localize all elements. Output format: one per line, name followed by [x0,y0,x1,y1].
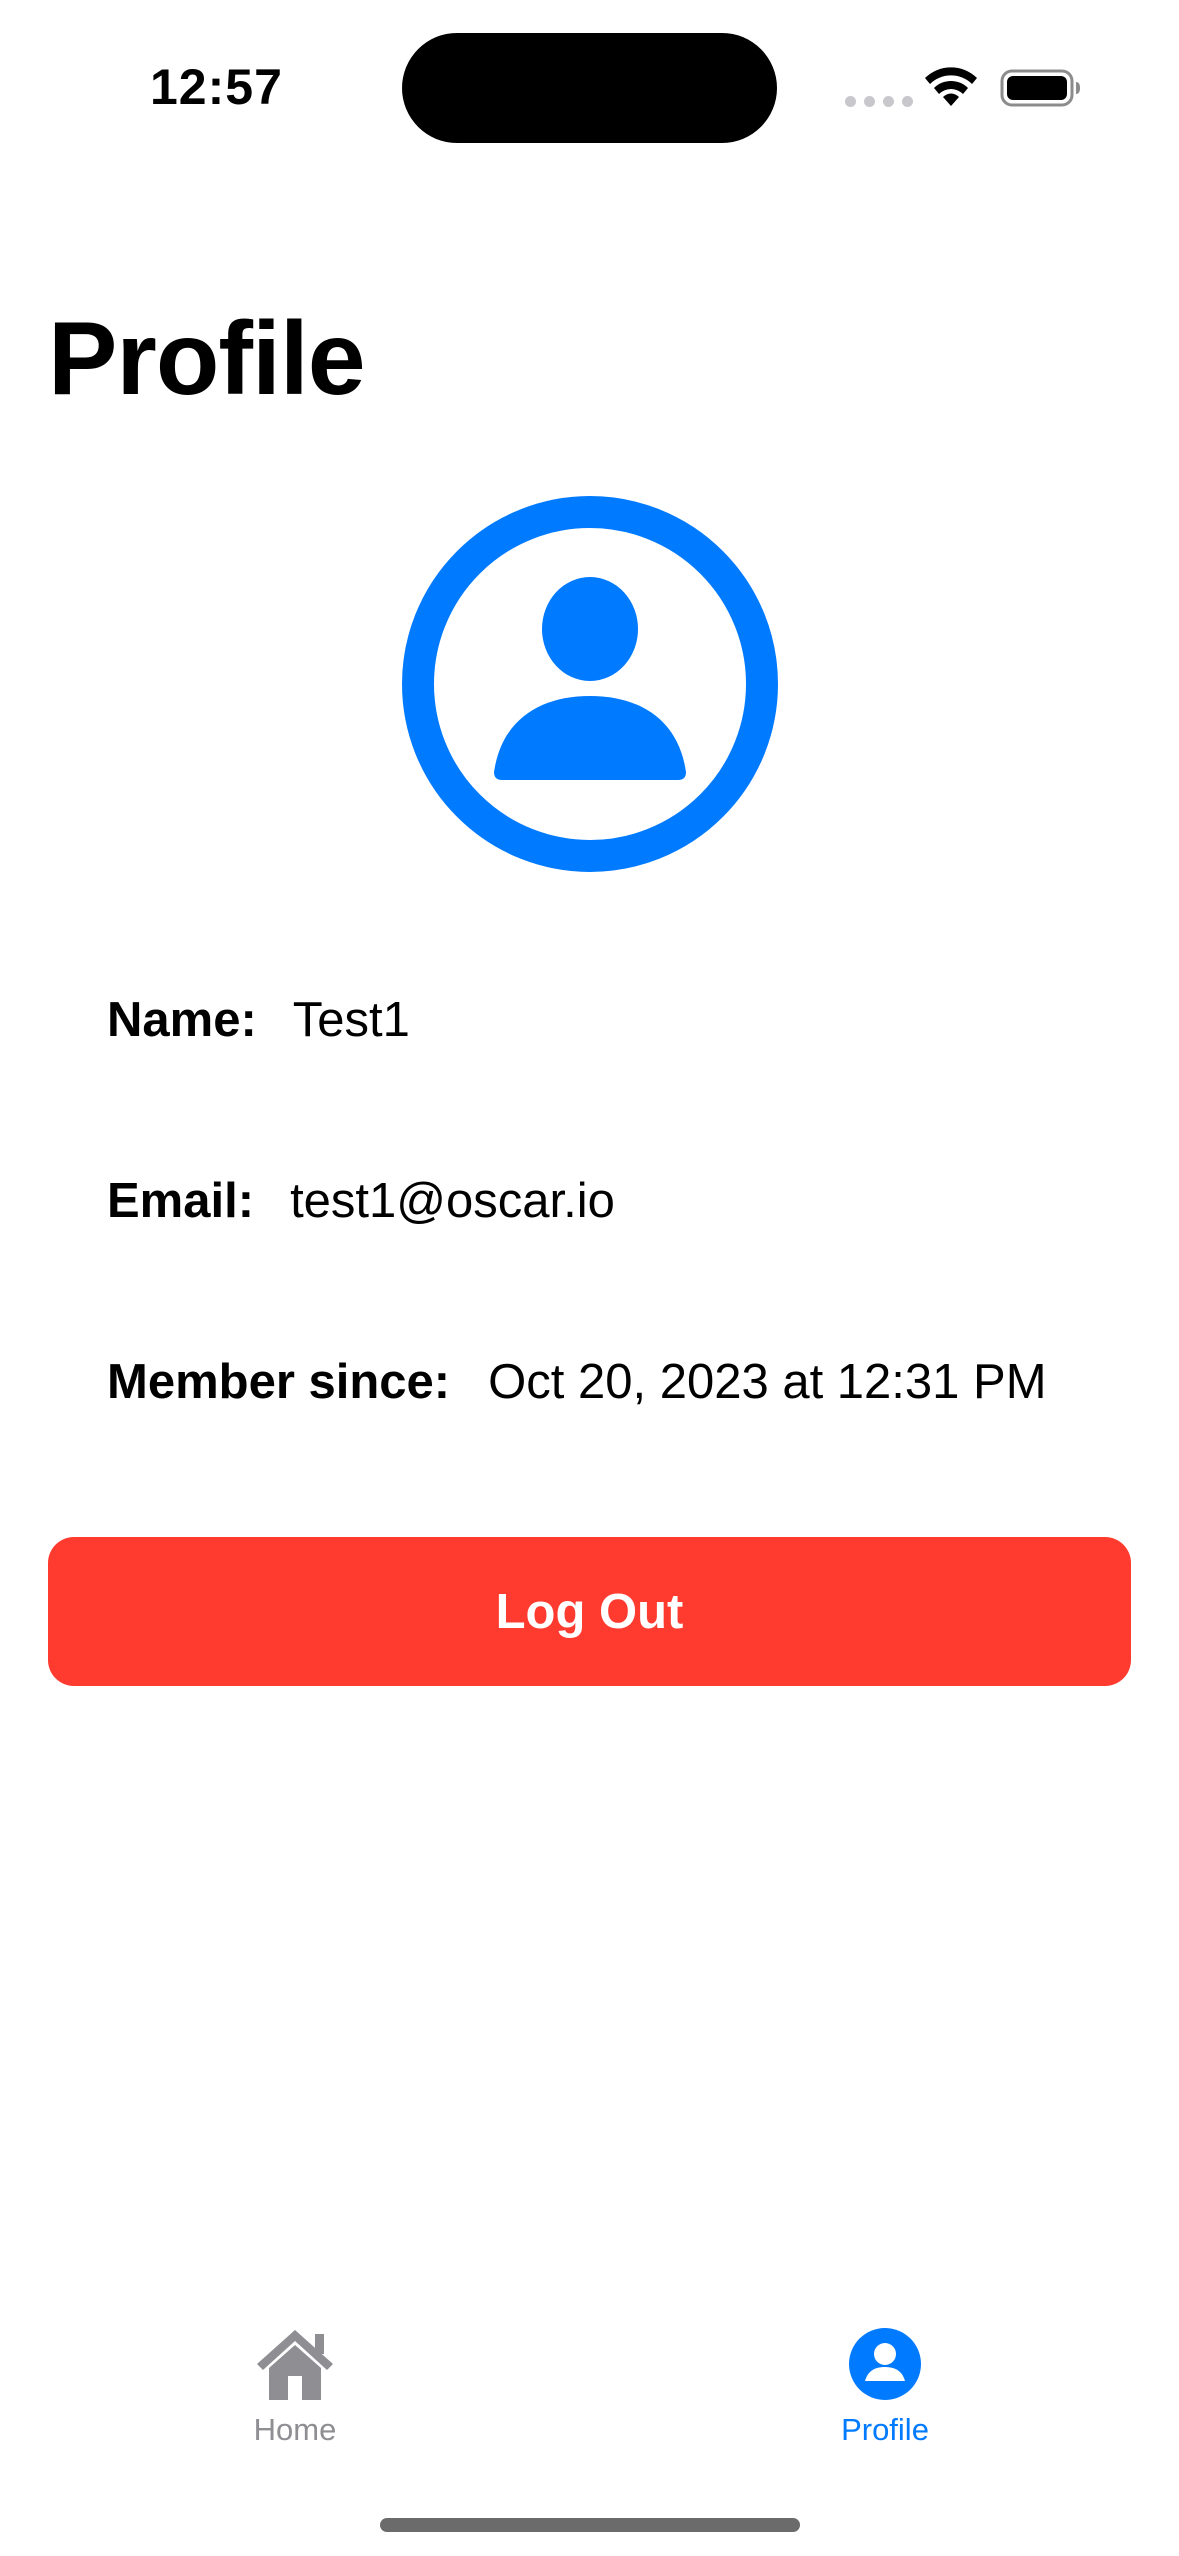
page-title: Profile [48,301,366,417]
person-crop-circle-icon [402,496,778,872]
cellular-signal-icon [845,96,913,107]
name-label: Name: [107,993,257,1047]
email-value: test1@oscar.io [290,1174,615,1228]
tab-profile[interactable]: Profile [765,2326,1005,2466]
name-row: Name: Test1 [107,992,410,1048]
email-row: Email: test1@oscar.io [107,1173,615,1229]
dynamic-island [402,33,777,143]
wifi-icon [925,67,977,106]
tab-home-label: Home [253,2412,337,2447]
person-circle-icon [849,2328,921,2400]
tab-home[interactable]: Home [175,2326,415,2466]
tab-profile-label: Profile [841,2412,929,2447]
battery-icon [1000,69,1080,107]
member-since-value: Oct 20, 2023 at 12:31 PM [488,1355,1047,1409]
member-since-label: Member since: [107,1355,451,1409]
member-since-row: Member since: Oct 20, 2023 at 12:31 PM [107,1354,1047,1410]
log-out-button[interactable]: Log Out [48,1537,1131,1686]
status-bar-time: 12:57 [150,59,283,115]
name-value: Test1 [292,993,410,1047]
home-indicator[interactable] [380,2518,800,2532]
house-icon [257,2330,333,2400]
email-label: Email: [107,1174,255,1228]
